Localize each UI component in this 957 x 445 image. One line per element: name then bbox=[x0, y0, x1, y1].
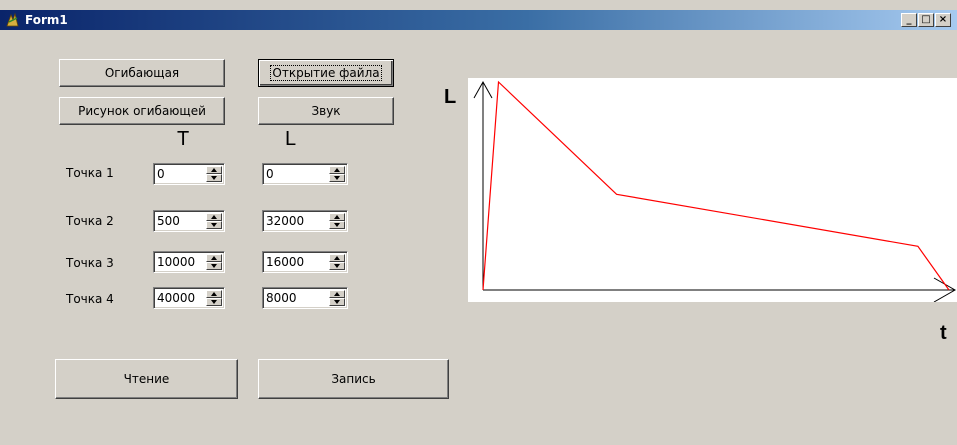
envelope-line bbox=[482, 80, 950, 291]
t-column-header: T bbox=[177, 128, 190, 150]
spin-arrows bbox=[329, 166, 345, 182]
spin-up-icon[interactable] bbox=[329, 290, 345, 298]
spin-down-icon[interactable] bbox=[329, 298, 345, 306]
point-2-t-value: 500 bbox=[157, 214, 180, 228]
point-1-t-value: 0 bbox=[157, 167, 165, 181]
point-1-l-spinedit[interactable]: 0 bbox=[262, 163, 348, 185]
window-title: Form1 bbox=[25, 13, 68, 27]
envelope-button-label: Огибающая bbox=[104, 66, 180, 80]
delphi-app-icon bbox=[6, 12, 19, 27]
point-4-t-spinedit[interactable]: 40000 bbox=[153, 287, 225, 309]
point-1-l-value: 0 bbox=[266, 167, 274, 181]
spin-up-icon[interactable] bbox=[206, 213, 222, 221]
point-3-label: Точка 3 bbox=[66, 256, 114, 270]
sound-button[interactable]: Звук bbox=[258, 97, 394, 125]
spin-arrows bbox=[206, 254, 222, 270]
spin-down-icon[interactable] bbox=[329, 221, 345, 229]
envelope-button[interactable]: Огибающая bbox=[59, 59, 225, 87]
draw-envelope-button[interactable]: Рисунок огибающей bbox=[59, 97, 225, 125]
spin-down-icon[interactable] bbox=[206, 262, 222, 270]
spin-arrows bbox=[206, 166, 222, 182]
spin-arrows bbox=[329, 254, 345, 270]
spin-down-icon[interactable] bbox=[329, 262, 345, 270]
spin-up-icon[interactable] bbox=[329, 166, 345, 174]
minimize-button[interactable]: _ bbox=[901, 13, 917, 27]
point-2-label: Точка 2 bbox=[66, 214, 114, 228]
envelope-graph-svg bbox=[473, 80, 957, 303]
point-1-t-spinedit[interactable]: 0 bbox=[153, 163, 225, 185]
close-button[interactable]: × bbox=[935, 13, 951, 27]
open-file-button-label: Открытие файла bbox=[270, 65, 382, 81]
spin-arrows bbox=[206, 213, 222, 229]
maximize-button[interactable]: □ bbox=[918, 13, 934, 27]
spin-up-icon[interactable] bbox=[206, 254, 222, 262]
spin-arrows bbox=[329, 213, 345, 229]
l-column-header: L bbox=[285, 128, 297, 150]
point-3-t-value: 10000 bbox=[157, 255, 196, 269]
spin-up-icon[interactable] bbox=[206, 166, 222, 174]
draw-envelope-button-label: Рисунок огибающей bbox=[78, 104, 206, 118]
spin-down-icon[interactable] bbox=[206, 298, 222, 306]
write-button-label: Запись bbox=[331, 372, 376, 386]
point-4-l-value: 8000 bbox=[266, 291, 297, 305]
x-axis-label: t bbox=[940, 322, 947, 344]
read-button[interactable]: Чтение bbox=[55, 359, 238, 399]
envelope-graph bbox=[468, 78, 957, 303]
point-3-t-spinedit[interactable]: 10000 bbox=[153, 251, 225, 273]
y-axis-label: L bbox=[444, 86, 457, 108]
sound-button-label: Звук bbox=[311, 104, 341, 118]
title-bar[interactable]: Form1 _ □ × bbox=[0, 10, 957, 30]
read-button-label: Чтение bbox=[123, 372, 170, 386]
point-4-t-value: 40000 bbox=[157, 291, 196, 305]
spin-down-icon[interactable] bbox=[329, 174, 345, 182]
spin-arrows bbox=[206, 290, 222, 306]
point-2-l-value: 32000 bbox=[266, 214, 305, 228]
spin-up-icon[interactable] bbox=[206, 290, 222, 298]
spin-up-icon[interactable] bbox=[329, 254, 345, 262]
point-1-label: Точка 1 bbox=[66, 166, 114, 180]
write-button[interactable]: Запись bbox=[258, 359, 449, 399]
point-4-label: Точка 4 bbox=[66, 292, 114, 306]
open-file-button[interactable]: Открытие файла bbox=[258, 59, 394, 87]
spin-arrows bbox=[329, 290, 345, 306]
spin-up-icon[interactable] bbox=[329, 213, 345, 221]
point-2-t-spinedit[interactable]: 500 bbox=[153, 210, 225, 232]
point-4-l-spinedit[interactable]: 8000 bbox=[262, 287, 348, 309]
point-3-l-spinedit[interactable]: 16000 bbox=[262, 251, 348, 273]
spin-down-icon[interactable] bbox=[206, 221, 222, 229]
spin-down-icon[interactable] bbox=[206, 174, 222, 182]
point-2-l-spinedit[interactable]: 32000 bbox=[262, 210, 348, 232]
point-3-l-value: 16000 bbox=[266, 255, 305, 269]
